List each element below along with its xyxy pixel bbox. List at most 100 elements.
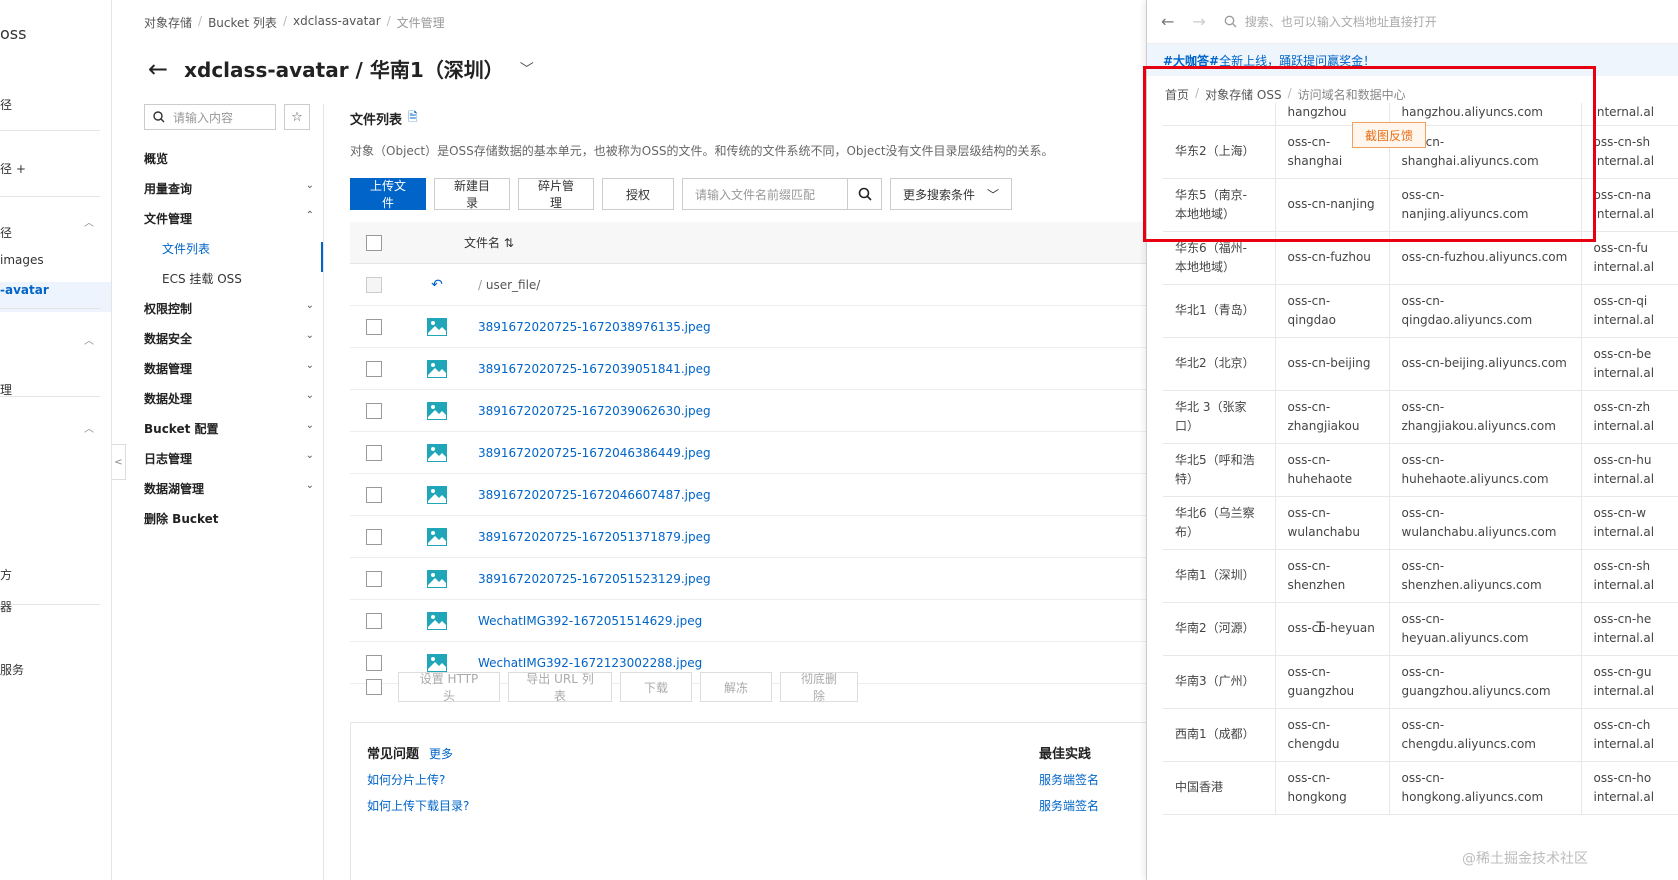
sidebar-item[interactable]: -avatar [0, 283, 49, 297]
search-button[interactable] [848, 178, 882, 210]
menu-item[interactable]: 权限控制 ⌄ [144, 300, 314, 317]
doc-search-input[interactable]: 搜索、也可以输入文档地址直接打开 [1224, 7, 1678, 37]
menu-item[interactable]: 数据管理 ⌄ [144, 360, 314, 377]
back-icon[interactable]: ← [1161, 12, 1174, 31]
best-practice-link[interactable]: 服务端签名 [1039, 771, 1099, 788]
row-checkbox[interactable] [366, 486, 382, 503]
chevron-icon: ⌄ [305, 480, 314, 491]
faq-more-link[interactable]: 更多 [429, 745, 453, 762]
authorize-button[interactable]: 授权 [602, 178, 674, 210]
select-all-bottom-checkbox[interactable] [366, 679, 382, 695]
row-checkbox[interactable] [366, 654, 382, 671]
table-row[interactable]: 3891672020725-1672046386449.jpeg [350, 432, 1150, 474]
chevron-down-icon[interactable]: ﹀ [520, 59, 534, 79]
best-practice-link[interactable]: 服务端签名 [1039, 797, 1099, 814]
doc-icon[interactable]: 🗎 [408, 108, 418, 129]
menu-item[interactable]: 数据湖管理 ⌄ [144, 480, 314, 497]
batch-actions: 设置 HTTP 头 导出 URL 列表 下载 解冻 彻底删除 [350, 672, 858, 703]
file-table: 文件名 ⇅ ↶ / user_file/ 3891672020725-16720… [350, 222, 1150, 684]
row-checkbox[interactable] [366, 444, 382, 461]
table-row[interactable]: 3891672020725-1672046607487.jpeg [350, 474, 1150, 516]
file-name-link[interactable]: WechatIMG392-1672051514629.jpeg [478, 614, 702, 628]
parent-dir-row[interactable]: ↶ / user_file/ [350, 264, 1150, 306]
menu-search-input[interactable]: 请输入内容 [144, 104, 276, 130]
row-checkbox[interactable] [366, 318, 382, 335]
file-name-link[interactable]: 3891672020725-1672039062630.jpeg [478, 404, 711, 418]
table-cell: oss-cn- hongkong [1275, 761, 1390, 815]
set-http-header-button[interactable]: 设置 HTTP 头 [398, 672, 500, 703]
sidebar-item[interactable]: 理 [0, 381, 12, 398]
faq-link[interactable]: 如何分片上传? [367, 771, 445, 788]
row-checkbox[interactable] [366, 528, 382, 545]
new-dir-button[interactable]: 新建目录 [434, 178, 510, 210]
upload-button[interactable]: 上传文件 [350, 178, 426, 210]
sidebar-item[interactable]: 径 [0, 224, 12, 241]
chevron-up-icon[interactable]: ︿ [84, 332, 94, 347]
row-checkbox[interactable] [366, 402, 382, 419]
file-search-input[interactable]: 请输入文件名前缀匹配 [682, 178, 848, 210]
sidebar-item[interactable]: 服务 [0, 661, 24, 678]
menu-item[interactable]: Bucket 配置 ⌄ [144, 420, 314, 437]
chevron-up-icon[interactable]: ︿ [84, 214, 94, 229]
faq-link[interactable]: 如何上传下载目录? [367, 797, 469, 814]
row-checkbox[interactable] [366, 612, 382, 629]
browser-toolbar: ← → 搜索、也可以输入文档地址直接打开 [1147, 0, 1678, 44]
collapse-sidebar-button[interactable]: < [112, 444, 126, 480]
column-filename[interactable]: 文件名 ⇅ [464, 234, 514, 251]
row-checkbox[interactable] [366, 570, 382, 587]
file-name-link[interactable]: 3891672020725-1672038976135.jpeg [478, 320, 711, 334]
file-name-link[interactable]: 3891672020725-1672046607487.jpeg [478, 488, 711, 502]
table-row[interactable]: 3891672020725-1672039062630.jpeg [350, 390, 1150, 432]
watermark: @稀土掘金技术社区 [1462, 851, 1588, 867]
fragments-button[interactable]: 碎片管理 [518, 178, 594, 210]
table-cell: oss-cn- huhehaote.aliyuncs.com [1389, 443, 1582, 497]
breadcrumb-item[interactable]: Bucket 列表 [208, 14, 277, 31]
menu-item[interactable]: 概览 [144, 150, 314, 167]
download-button[interactable]: 下载 [620, 672, 692, 702]
table-row: 西南1（成都） oss-cn- chengdu oss-cn- chengdu.al… [1163, 708, 1678, 762]
file-name-link[interactable]: 3891672020725-1672051371879.jpeg [478, 530, 711, 544]
menu-item[interactable]: 删除 Bucket [144, 510, 314, 527]
unfreeze-button[interactable]: 解冻 [700, 672, 772, 702]
file-name-link[interactable]: 3891672020725-1672039051841.jpeg [478, 362, 711, 376]
breadcrumb-item[interactable]: xdclass-avatar [293, 14, 381, 31]
file-name-link[interactable]: 3891672020725-1672051523129.jpeg [478, 572, 711, 586]
table-row[interactable]: WechatIMG392-1672051514629.jpeg [350, 600, 1150, 642]
menu-item[interactable]: 数据处理 ⌄ [144, 390, 314, 407]
chevron-up-icon[interactable]: ︿ [84, 420, 94, 435]
row-checkbox[interactable] [366, 360, 382, 377]
menu-item[interactable]: 文件管理 ⌃ [144, 210, 314, 227]
parent-dir-name[interactable]: / user_file/ [478, 278, 540, 292]
permanent-delete-button[interactable]: 彻底删除 [780, 672, 858, 703]
breadcrumb-item[interactable]: 对象存储 [144, 14, 192, 31]
select-all-checkbox[interactable] [366, 234, 382, 251]
menu-item[interactable]: 日志管理 ⌄ [144, 450, 314, 467]
export-url-button[interactable]: 导出 URL 列表 [508, 672, 612, 703]
sidebar-item[interactable]: images [0, 253, 44, 267]
more-search-dropdown[interactable]: 更多搜索条件 ﹀ [890, 178, 1012, 210]
console-sidebar: oss 径 ︿ ︿ ︿ 径 + 径 images -avatar 理方器服务 [0, 0, 112, 880]
menu-item[interactable]: 数据安全 ⌄ [144, 330, 314, 347]
file-name-link[interactable]: 3891672020725-1672046386449.jpeg [478, 446, 711, 460]
sidebar-item[interactable]: 径 + [0, 160, 26, 177]
table-row[interactable]: 3891672020725-1672051371879.jpeg [350, 516, 1150, 558]
sidebar-item[interactable]: 方 [0, 566, 12, 583]
return-icon: ↶ [431, 276, 443, 293]
table-row[interactable]: 3891672020725-1672039051841.jpeg [350, 348, 1150, 390]
menu-subitem[interactable]: ECS 挂载 OSS [162, 270, 242, 287]
table-cell: oss-cn- qingdao [1275, 284, 1390, 338]
menu-subitem[interactable]: 文件列表 [162, 240, 210, 257]
table-cell: oss-cn- zhangjiakou.aliyuncs.com [1389, 390, 1582, 444]
sidebar-item[interactable]: 器 [0, 598, 12, 615]
text-cursor-icon: Ꮖ [1316, 620, 1326, 636]
table-row[interactable]: 3891672020725-1672038976135.jpeg [350, 306, 1150, 348]
star-icon[interactable]: ☆ [284, 104, 310, 130]
chevron-icon: ⌄ [305, 360, 314, 371]
back-arrow-icon[interactable]: ← [148, 55, 168, 83]
file-name-link[interactable]: WechatIMG392-1672123002288.jpeg [478, 656, 702, 670]
table-row[interactable]: 3891672020725-1672051523129.jpeg [350, 558, 1150, 600]
forward-icon[interactable]: → [1192, 12, 1205, 31]
chevron-icon: ⌃ [305, 210, 314, 221]
menu-item[interactable]: 用量查询 ⌄ [144, 180, 314, 197]
screenshot-feedback-button[interactable]: 截图反馈 [1352, 122, 1426, 148]
